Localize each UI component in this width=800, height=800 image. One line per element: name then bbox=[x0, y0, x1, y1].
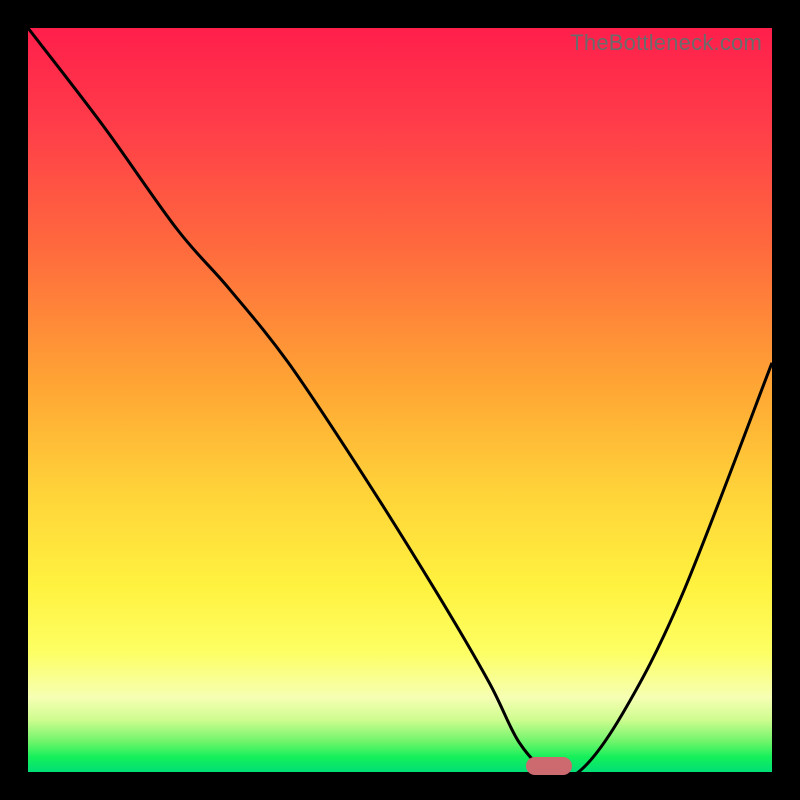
bottleneck-curve bbox=[28, 28, 772, 772]
chart-frame: TheBottleneck.com bbox=[0, 0, 800, 800]
plot-area: TheBottleneck.com bbox=[28, 28, 772, 772]
curve-path bbox=[28, 28, 772, 778]
optimal-marker bbox=[526, 757, 572, 775]
